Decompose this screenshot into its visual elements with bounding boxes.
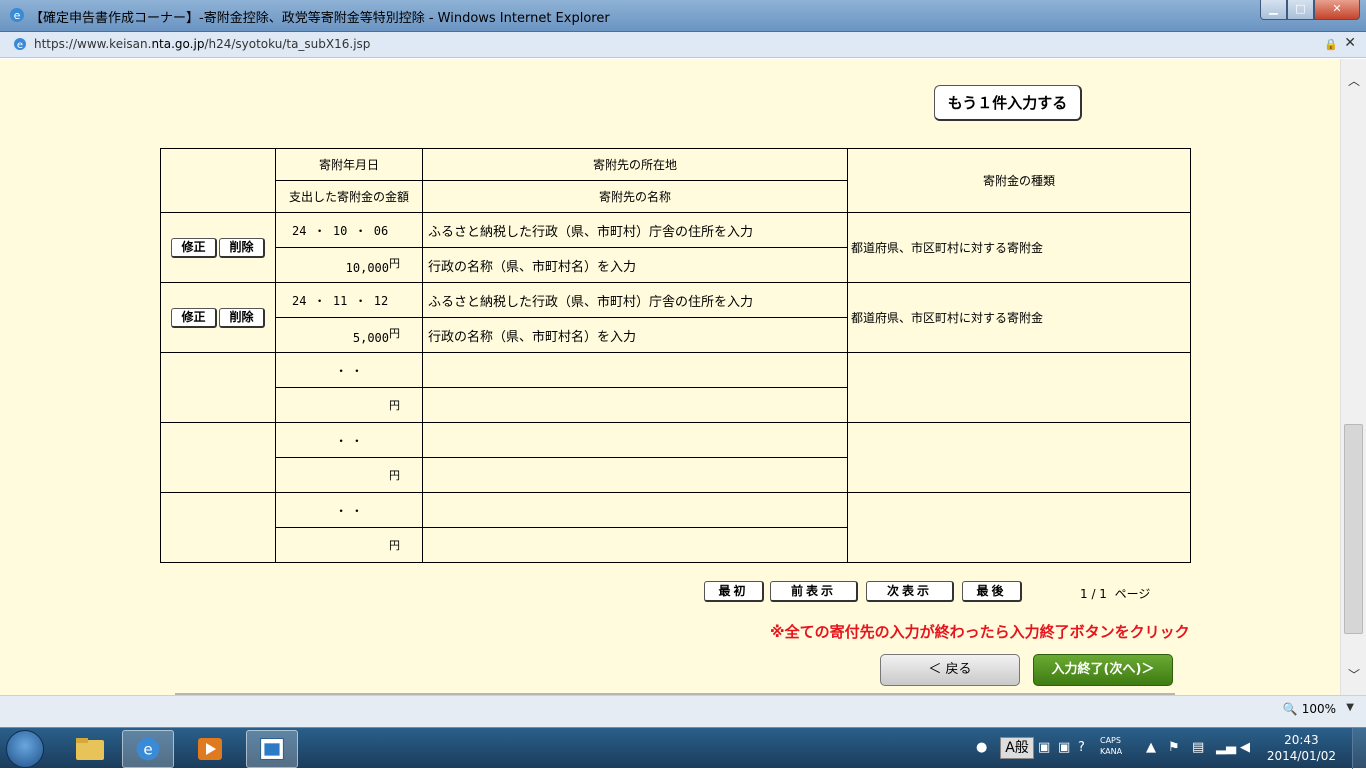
header-kind: 寄附金の種類 — [847, 148, 1191, 213]
delete-button[interactable]: 削除 — [219, 237, 265, 258]
empty-date: ・ ・ — [275, 422, 423, 458]
prev-page-button[interactable]: 前表示 — [770, 581, 858, 602]
delete-button[interactable]: 削除 — [219, 307, 265, 328]
empty-name — [422, 527, 848, 563]
empty-location — [422, 352, 848, 388]
empty-amount: 円 — [275, 387, 423, 423]
help-icon[interactable]: ? — [1078, 740, 1085, 755]
empty-name — [422, 387, 848, 423]
table-row-empty: ・ ・ — [160, 492, 1191, 563]
page-icon: e — [14, 38, 26, 51]
table-row: 修正 削除 24 ・ 10 ・ 06 ふるさと納税した行政（県、市町村）庁舎の住所… — [160, 212, 1191, 283]
donation-date: 24 ・ 10 ・ 06 — [275, 212, 423, 248]
address-bar[interactable]: e https://www.keisan.nta.go.jp/h24/syoto… — [0, 32, 1366, 58]
add-another-button[interactable]: もう１件入力する — [934, 85, 1082, 121]
flag-icon[interactable]: ⚑ — [1168, 740, 1180, 755]
minimize-button[interactable]: ▁ — [1260, 0, 1287, 20]
explorer-icon[interactable] — [64, 730, 116, 768]
page-content: もう１件入力する 寄附年月日 寄附先の所在地 寄附金の種類 支出した寄附金の金額… — [0, 59, 1340, 695]
row-actions: 修正 削除 — [160, 282, 276, 353]
empty-date: ・ ・ — [275, 492, 423, 528]
window-app-icon[interactable] — [246, 730, 298, 768]
scroll-down-icon[interactable]: ﹀ — [1341, 665, 1366, 685]
zoom-level[interactable]: 🔍 100% — [1283, 702, 1336, 716]
ime-tool-icon[interactable]: ▣ — [1038, 740, 1050, 755]
show-desktop-button[interactable] — [1352, 728, 1366, 769]
first-page-button[interactable]: 最初 — [704, 581, 764, 602]
empty-date: ・ ・ — [275, 352, 423, 388]
window-title: 【確定申告書作成コーナー】-寄附金控除、政党等寄附金等特別控除 - Window… — [30, 11, 610, 26]
donation-table: 寄附年月日 寄附先の所在地 寄附金の種類 支出した寄附金の金額 寄附先の名称 修… — [160, 148, 1191, 563]
donation-amount: 10,000円 — [275, 247, 423, 283]
status-bar: 🔍 100% ▼ — [0, 695, 1366, 727]
donation-location: ふるさと納税した行政（県、市町村）庁舎の住所を入力 — [422, 212, 848, 248]
header-date: 寄附年月日 — [275, 148, 423, 181]
row-actions: 修正 削除 — [160, 212, 276, 283]
donation-name: 行政の名称（県、市町村名）を入力 — [422, 247, 848, 283]
empty-location — [422, 492, 848, 528]
header-amount: 支出した寄附金の金額 — [275, 180, 423, 213]
close-button[interactable]: ✕ — [1314, 0, 1360, 20]
ie-taskbar-icon[interactable]: e — [122, 730, 174, 768]
edit-button[interactable]: 修正 — [171, 237, 217, 258]
donation-kind: 都道府県、市区町村に対する寄附金 — [847, 282, 1191, 353]
back-button[interactable]: ＜ 戻る — [880, 654, 1020, 686]
window-controls: ▁ □ ✕ — [1260, 0, 1360, 22]
empty-amount: 円 — [275, 527, 423, 563]
ie-icon: e — [10, 8, 24, 22]
empty-kind — [847, 422, 1191, 493]
last-page-button[interactable]: 最後 — [962, 581, 1022, 602]
donation-kind: 都道府県、市区町村に対する寄附金 — [847, 212, 1191, 283]
stop-icon[interactable]: ✕ — [1344, 35, 1356, 51]
scroll-up-icon[interactable]: ︿ — [1341, 71, 1366, 91]
window-title-bar: e 【確定申告書作成コーナー】-寄附金控除、政党等寄附金等特別控除 - Wind… — [0, 0, 1366, 32]
lock-icon[interactable]: 🔒 — [1324, 38, 1338, 51]
row-actions-empty — [160, 422, 276, 493]
table-row-empty: ・ ・ — [160, 352, 1191, 423]
notification-icon[interactable]: ● — [976, 740, 987, 755]
empty-location — [422, 422, 848, 458]
scroll-thumb[interactable] — [1344, 424, 1363, 634]
show-hidden-icon[interactable]: ▲ — [1146, 740, 1156, 755]
url-text[interactable]: https://www.keisan.nta.go.jp/h24/syotoku… — [34, 37, 370, 51]
header-name: 寄附先の名称 — [422, 180, 848, 213]
donation-amount: 5,000円 — [275, 317, 423, 353]
empty-kind — [847, 492, 1191, 563]
page-indicator: 1 / 1 ページ — [1080, 587, 1151, 601]
next-page-button[interactable]: 次表示 — [866, 581, 954, 602]
clock[interactable]: 20:43 2014/01/02 — [1267, 732, 1336, 764]
instruction-notice: ※全ての寄付先の入力が終わったら入力終了ボタンをクリック — [770, 623, 1190, 641]
row-actions-empty — [160, 492, 276, 563]
row-actions-empty — [160, 352, 276, 423]
media-player-icon[interactable] — [184, 730, 236, 768]
signal-icon[interactable]: ▂▄ — [1216, 740, 1236, 755]
donation-name: 行政の名称（県、市町村名）を入力 — [422, 317, 848, 353]
ime-indicator[interactable]: A般 — [1000, 737, 1034, 759]
ime-pad-icon[interactable]: ▣ — [1058, 740, 1070, 755]
edit-button[interactable]: 修正 — [171, 307, 217, 328]
caps-kana-indicator: CAPS KANA — [1100, 736, 1123, 756]
volume-icon[interactable]: ◀ — [1240, 740, 1250, 755]
chevron-down-icon[interactable]: ▼ — [1346, 702, 1354, 713]
network-icon[interactable]: ▤ — [1192, 740, 1204, 755]
empty-name — [422, 457, 848, 493]
table-row: 修正 削除 24 ・ 11 ・ 12 ふるさと納税した行政（県、市町村）庁舎の住所… — [160, 282, 1191, 353]
header-blank — [160, 148, 276, 213]
taskbar: e ● A般 ▣ ▣ ? CAPS KANA ▲ ⚑ ▤ ▂▄ ◀ 20:43 … — [0, 727, 1366, 769]
donation-date: 24 ・ 11 ・ 12 — [275, 282, 423, 318]
maximize-button[interactable]: □ — [1287, 0, 1314, 20]
start-button[interactable] — [6, 730, 44, 768]
svg-text:e: e — [17, 40, 23, 51]
header-location: 寄附先の所在地 — [422, 148, 848, 181]
donation-location: ふるさと納税した行政（県、市町村）庁舎の住所を入力 — [422, 282, 848, 318]
empty-amount: 円 — [275, 457, 423, 493]
vertical-scrollbar[interactable]: ︿ ﹀ — [1340, 59, 1366, 695]
empty-kind — [847, 352, 1191, 423]
table-row-empty: ・ ・ — [160, 422, 1191, 493]
svg-text:e: e — [14, 9, 21, 22]
finish-button[interactable]: 入力終了(次へ)＞ — [1033, 654, 1173, 686]
svg-text:e: e — [143, 741, 152, 759]
